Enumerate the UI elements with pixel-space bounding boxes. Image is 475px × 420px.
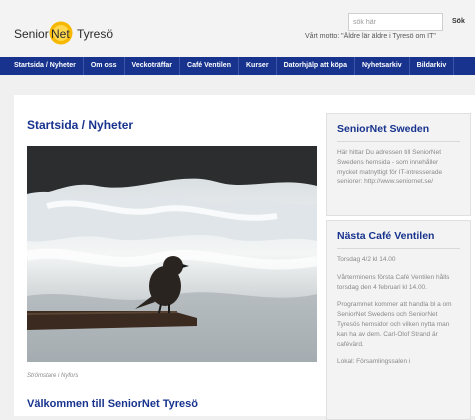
site-header: Senior Net Tyresö Sök Vårt motto: "Äldre… [0, 0, 475, 57]
card-title-cafe-ventilen: Nästa Café Ventilen [337, 230, 435, 242]
seniornet-tyreso-logo[interactable]: Senior Net Tyresö [14, 16, 139, 48]
nav-item-bildarkiv[interactable]: Bildarkiv [410, 57, 455, 75]
nav-item-datorhjalp[interactable]: Datorhjälp att köpa [277, 57, 355, 75]
nav-item-cafe-ventilen[interactable]: Café Ventilen [180, 57, 239, 75]
search-button[interactable]: Sök [448, 13, 469, 31]
card-title-seniornet-sweden: SeniorNet Sweden [337, 123, 430, 135]
sidebar-card-cafe-ventilen: Nästa Café Ventilen Torsdag 4/2 kl 14.00… [326, 220, 471, 420]
nav-item-nyhetsarkiv[interactable]: Nyhetsarkiv [355, 57, 410, 75]
cafe-intro-text: Vårterminens första Café Ventilen hålls … [337, 273, 450, 291]
main-nav: Startsida / Nyheter Om oss Veckoträffar … [0, 57, 475, 75]
nav-item-om-oss[interactable]: Om oss [84, 57, 125, 75]
image-caption: Strömstare i Nyfors [27, 373, 79, 379]
site-motto: Vårt motto: "Äldre lär äldre i Tyresö om… [305, 33, 436, 40]
logo-text-net: Net [51, 27, 70, 41]
dipper-bird-photo [27, 146, 317, 362]
card-text-seniornet-sweden: Här hittar Du adressen till SeniorNet Sw… [337, 149, 443, 186]
card-divider [337, 248, 460, 249]
nav-item-kurser[interactable]: Kurser [239, 57, 277, 75]
nav-item-veckotraffar[interactable]: Veckoträffar [125, 57, 181, 75]
welcome-title[interactable]: Välkommen till SeniorNet Tyresö [27, 398, 198, 410]
card-divider [337, 141, 460, 142]
page-title: Startsida / Nyheter [27, 118, 134, 132]
cafe-date-text: Torsdag 4/2 kl 14.00 [337, 256, 396, 263]
cafe-location-text: Lokal: Församlingssalen i [337, 358, 411, 366]
sidebar-card-seniornet-sweden: SeniorNet Sweden Här hittar Du adressen … [326, 113, 471, 216]
logo-text-senior: Senior [14, 27, 49, 41]
search-input[interactable] [348, 13, 443, 31]
logo-text-tyreso: Tyresö [77, 27, 113, 41]
cafe-program-text: Programmet kommer att handla bl a om Sen… [337, 301, 452, 348]
nav-item-startsida[interactable]: Startsida / Nyheter [0, 57, 84, 75]
